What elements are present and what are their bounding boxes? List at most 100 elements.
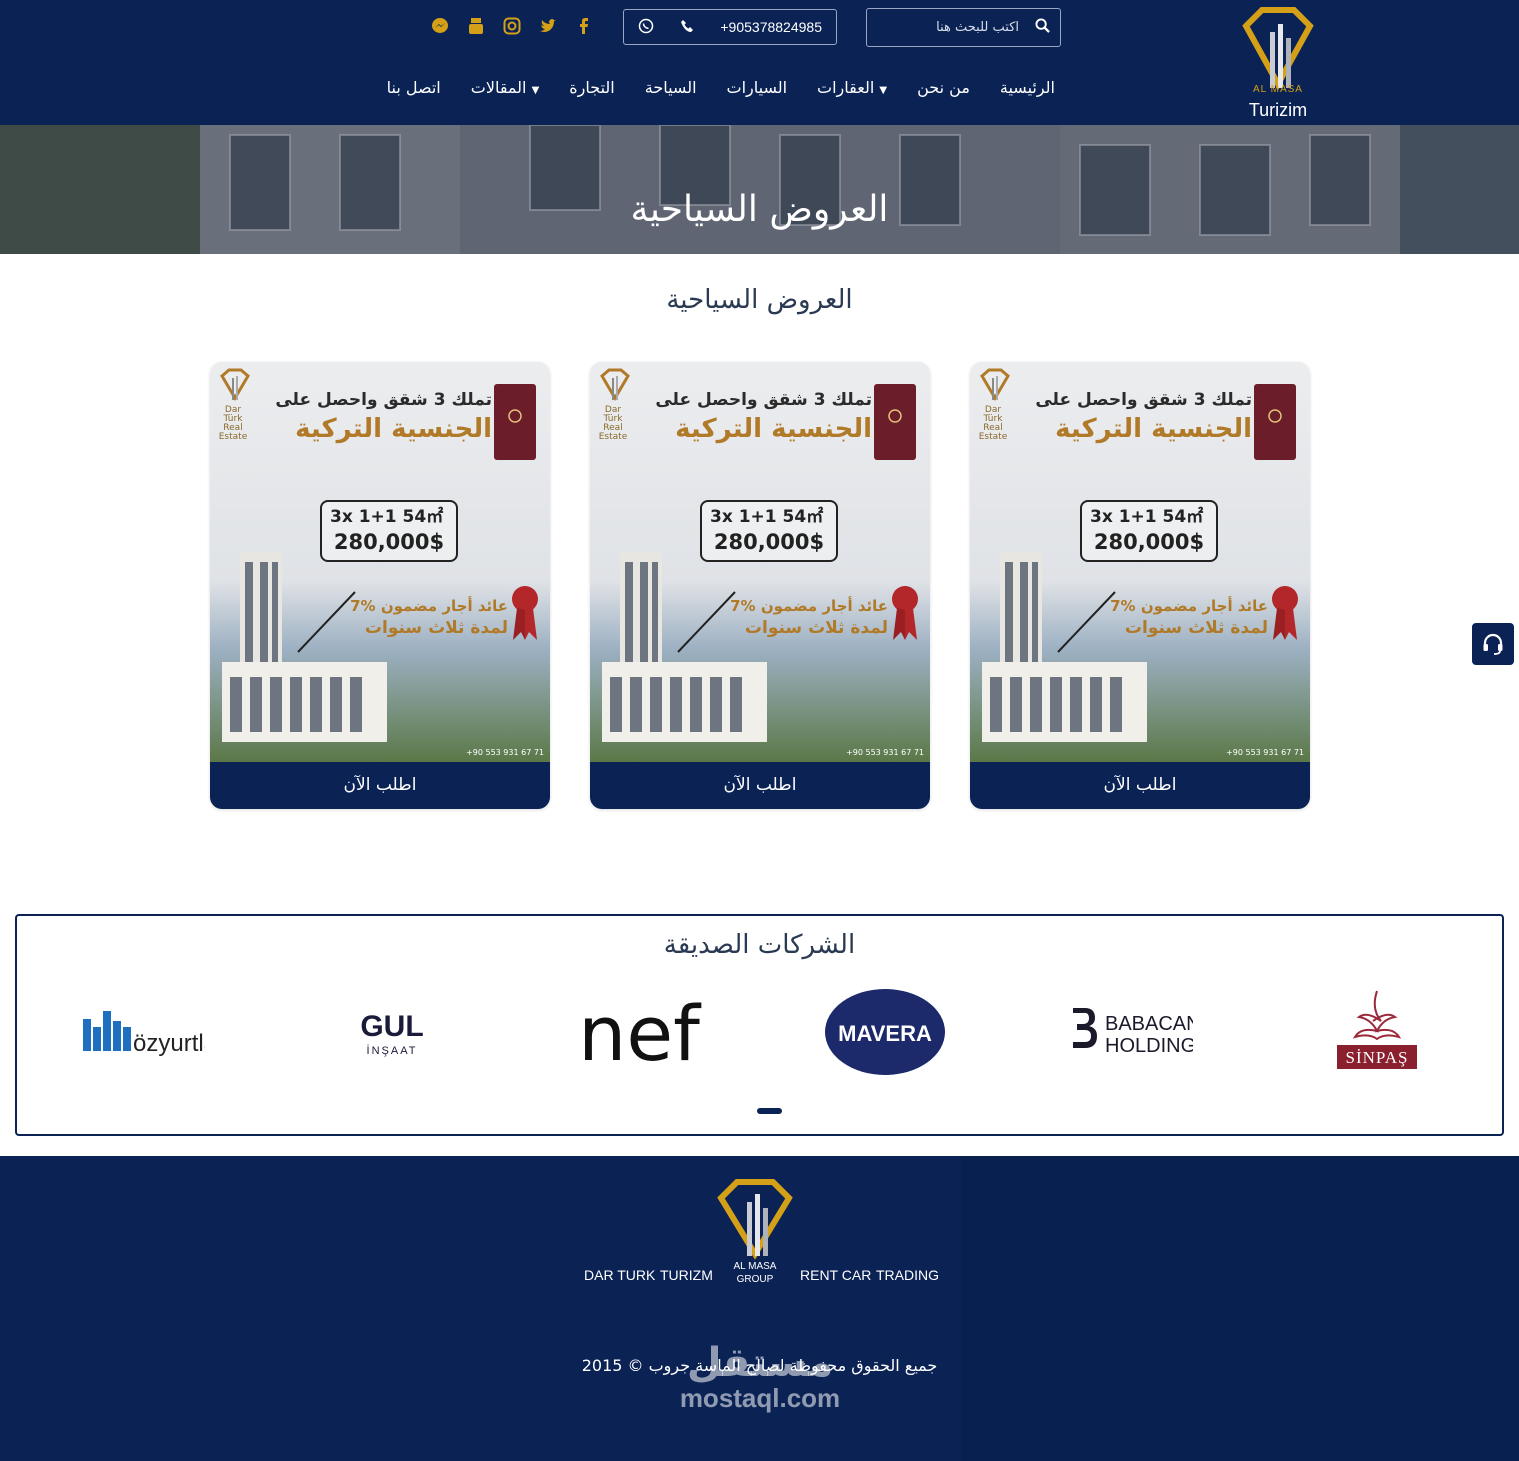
messenger-icon[interactable] bbox=[430, 16, 450, 36]
partner-logo-gul[interactable]: GUL İNŞAAT bbox=[347, 986, 437, 1078]
footer-link-trading[interactable]: TRADING bbox=[876, 1267, 939, 1283]
svg-text:SİNPAŞ: SİNPAŞ bbox=[1345, 1048, 1408, 1067]
svg-text:özyurtlar: özyurtlar bbox=[133, 1030, 205, 1057]
offer-rent-line1: 7% عائد أجار مضمون bbox=[730, 597, 888, 615]
youtube-icon[interactable] bbox=[466, 16, 486, 36]
partner-logo-mavera[interactable]: MAVERA bbox=[823, 986, 947, 1078]
order-now-button[interactable]: اطلب الآن bbox=[210, 762, 550, 809]
offer-line2: الجنسية التركية bbox=[295, 414, 492, 444]
headset-icon bbox=[1483, 633, 1503, 655]
nav-tourism[interactable]: السياحة bbox=[645, 78, 697, 97]
offer-spec: 3x 1+1 54㎡ bbox=[330, 507, 444, 527]
nav-trade[interactable]: التجارة bbox=[569, 78, 614, 97]
offer-rent-line1: 7% عائد أجار مضمون bbox=[1110, 597, 1268, 615]
facebook-icon[interactable] bbox=[574, 16, 594, 36]
svg-text:nef: nef bbox=[578, 992, 702, 1072]
offer-contact: +90 553 931 67 71 bbox=[846, 748, 924, 757]
site-header: AL MASA Turizim +905378824985 الرئيسية م… bbox=[0, 0, 1519, 125]
offer-price: 280,000$ bbox=[713, 530, 825, 554]
phone-number[interactable]: +905378824985 bbox=[720, 19, 822, 35]
offer-line2: الجنسية التركية bbox=[675, 414, 872, 444]
offer-contact: +90 553 931 67 71 bbox=[1226, 748, 1304, 757]
whatsapp-icon[interactable] bbox=[638, 18, 654, 37]
search-box bbox=[866, 8, 1061, 47]
offer-card[interactable]: Dar Türk Real Estate تملك 3 شقق واحصل عل… bbox=[590, 362, 930, 809]
main-nav: الرئيسية من نحن العقارات ▼ السيارات السي… bbox=[387, 78, 1055, 97]
award-ribbon-icon bbox=[892, 586, 918, 640]
mostaql-watermark: مستقل mostaql.com bbox=[662, 1343, 858, 1414]
svg-text:BABACAN: BABACAN bbox=[1105, 1013, 1193, 1035]
nav-real-estate-label: العقارات bbox=[817, 78, 875, 97]
svg-text:HOLDING: HOLDING bbox=[1105, 1035, 1193, 1057]
partners-title: الشركات الصديقة bbox=[663, 930, 856, 960]
nav-cars[interactable]: السيارات bbox=[727, 78, 788, 97]
hero-banner: العروض السياحية bbox=[0, 125, 1519, 254]
phone-box[interactable]: +905378824985 bbox=[623, 9, 837, 45]
footer-link-dar-turk[interactable]: DAR TURK bbox=[584, 1267, 655, 1283]
caret-down-icon: ▼ bbox=[531, 85, 540, 96]
order-now-button[interactable]: اطلب الآن bbox=[590, 762, 930, 809]
nav-articles-label: المقالات bbox=[470, 78, 527, 97]
watermark-arabic: مستقل bbox=[686, 1340, 834, 1386]
dar-turk-logo bbox=[980, 368, 1010, 401]
offer-rent-line2: لمدة ثلاث سنوات bbox=[744, 618, 888, 638]
offer-brand: Dar Türk Real Estate bbox=[218, 405, 248, 442]
svg-text:MAVERA: MAVERA bbox=[838, 1021, 932, 1046]
dar-turk-logo bbox=[220, 368, 250, 401]
partner-logo-babacan[interactable]: BABACAN HOLDING bbox=[1069, 986, 1193, 1078]
search-input[interactable] bbox=[879, 20, 1019, 35]
offer-rent-line2: لمدة ثلاث سنوات bbox=[364, 618, 508, 638]
footer-link-turizm[interactable]: TURIZM bbox=[660, 1267, 713, 1283]
social-links bbox=[430, 16, 594, 36]
section-title: العروض السياحية bbox=[666, 285, 853, 315]
offer-card[interactable]: Dar Türk Real Estate تملك 3 شقق واحصل عل… bbox=[210, 362, 550, 809]
offer-card[interactable]: Dar Türk Real Estate تملك 3 شقق واحصل عل… bbox=[970, 362, 1310, 809]
logo-subtitle: Turizim bbox=[1248, 100, 1308, 120]
passport-icon bbox=[494, 384, 536, 460]
offer-brand: Dar Türk Real Estate bbox=[978, 405, 1008, 442]
footer-link-rent-car[interactable]: RENT CAR bbox=[800, 1267, 871, 1283]
site-footer: AL MASA GROUP DAR TURK TURIZM RENT CAR T… bbox=[0, 1156, 1519, 1461]
offer-price: 280,000$ bbox=[1093, 530, 1205, 554]
footer-panel bbox=[961, 1156, 1519, 1461]
passport-icon bbox=[874, 384, 916, 460]
dar-turk-logo bbox=[600, 368, 630, 401]
offer-line1: تملك 3 شقق واحصل على bbox=[1035, 390, 1252, 410]
award-ribbon-icon bbox=[512, 586, 538, 640]
logo-wordmark: AL MASA bbox=[1253, 84, 1303, 95]
passport-icon bbox=[1254, 384, 1296, 460]
offer-price: 280,000$ bbox=[333, 530, 445, 554]
partners-section: الشركات الصديقة özyurtlar GUL İNŞAAT nef… bbox=[15, 914, 1504, 1136]
instagram-icon[interactable] bbox=[502, 16, 522, 36]
caret-down-icon: ▼ bbox=[879, 85, 888, 96]
footer-group-name: AL MASA GROUP bbox=[733, 1261, 777, 1285]
offer-line1: تملك 3 شقق واحصل على bbox=[275, 390, 492, 410]
partner-logo-sinpas[interactable]: SİNPAŞ bbox=[1335, 986, 1419, 1078]
partner-logo-ozyurtlar[interactable]: özyurtlar bbox=[81, 986, 205, 1078]
svg-text:İNŞAAT: İNŞAAT bbox=[367, 1044, 418, 1057]
award-ribbon-icon bbox=[1272, 586, 1298, 640]
nav-articles[interactable]: المقالات ▼ bbox=[471, 78, 540, 97]
support-chat-button[interactable] bbox=[1472, 623, 1514, 665]
nav-real-estate[interactable]: العقارات ▼ bbox=[817, 78, 887, 97]
phone-icon bbox=[679, 18, 695, 37]
watermark-url: mostaql.com bbox=[679, 1383, 841, 1413]
order-now-button[interactable]: اطلب الآن bbox=[970, 762, 1310, 809]
offer-spec: 3x 1+1 54㎡ bbox=[1090, 507, 1204, 527]
offer-brand: Dar Türk Real Estate bbox=[598, 405, 628, 442]
offer-rent-line2: لمدة ثلاث سنوات bbox=[1124, 618, 1268, 638]
offer-contact: +90 553 931 67 71 bbox=[466, 748, 544, 757]
partner-logo-nef[interactable]: nef bbox=[577, 986, 702, 1078]
search-icon[interactable] bbox=[1035, 18, 1050, 37]
nav-contact[interactable]: اتصل بنا bbox=[387, 78, 441, 97]
offer-spec: 3x 1+1 54㎡ bbox=[710, 507, 824, 527]
nav-about[interactable]: من نحن bbox=[917, 78, 970, 97]
offer-line2: الجنسية التركية bbox=[1055, 414, 1252, 444]
offer-line1: تملك 3 شقق واحصل على bbox=[655, 390, 872, 410]
svg-text:GUL: GUL bbox=[360, 1010, 423, 1043]
carousel-dot-active[interactable] bbox=[757, 1108, 782, 1114]
offer-rent-line1: 7% عائد أجار مضمون bbox=[350, 597, 508, 615]
nav-home[interactable]: الرئيسية bbox=[1000, 78, 1055, 97]
hero-title: العروض السياحية bbox=[630, 189, 889, 230]
twitter-icon[interactable] bbox=[538, 16, 558, 36]
